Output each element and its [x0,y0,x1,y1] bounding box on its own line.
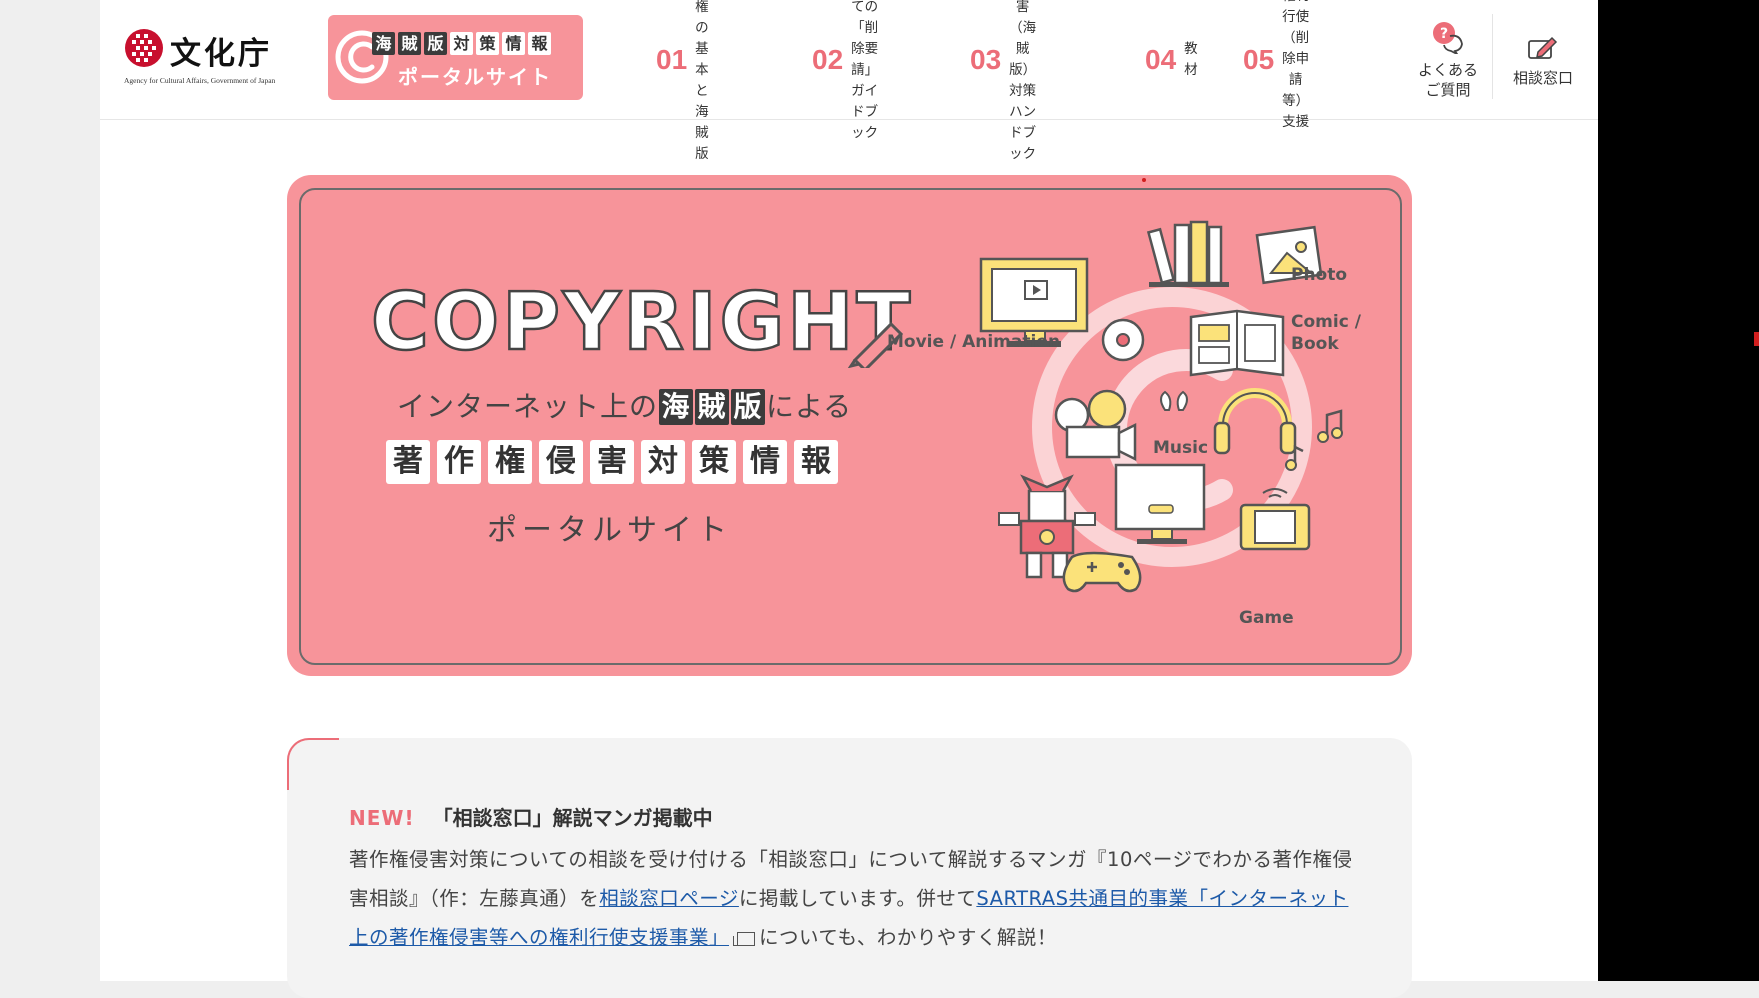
external-link-icon [733,931,756,946]
portal-tag: 策 [476,32,499,55]
label-game: Game [1239,608,1294,628]
nav-label: よくある ご質問 [1417,60,1478,99]
bunkacho-logo[interactable]: 文化庁 Agency for Cultural Affairs, Governm… [124,26,304,88]
label-movie-animation: Movie / Animation [887,332,1061,352]
nav-item-handbook[interactable]: 03 著作権侵害（海賊版）対策ハンドブック [970,0,1036,162]
consult-pencil-icon [1528,36,1558,59]
nav-label: 教材 [1184,40,1198,78]
nav-item-support[interactable]: 05 権利行使（削除申請等）支援 [1243,0,1309,130]
portal-tag: 賊 [398,32,421,55]
nav-number: 04 [1145,43,1177,75]
nav-label: 初めての「削除要請」ガイドブック [851,0,879,141]
new-badge: NEW! [349,806,415,830]
bunkacho-logo-mark-icon [125,29,163,67]
right-black-margin [1598,0,1759,981]
hero-banner: COPYRIGHT インターネット上の海賊版による 著作権 侵害対 策情報 ポー… [287,175,1412,676]
nav-item-basics[interactable]: 01 著作権の基本と海賊版 [656,0,709,162]
news-title: NEW! 「相談窓口」解説マンガ掲載中 [349,806,713,830]
logo-wordmark: 文化庁 [170,36,272,72]
nav-number: 01 [656,43,688,75]
hero-illustration [979,220,1343,593]
hero-dot [1142,178,1146,182]
nav-label: 相談窓口 [1512,68,1573,87]
nav-item-consult[interactable]: 相談窓口 [1500,0,1586,119]
label-music: Music [1153,438,1209,458]
nav-label: 著作権の基本と海賊版 [695,0,709,162]
right-scroll-marker [1754,332,1759,346]
news-corner-accent [287,738,339,790]
nav-divider [1492,14,1493,99]
portal-tags: 海 賊 版 対 策 情 報 [372,32,551,55]
nav-label: 権利行使（削除申請等）支援 [1282,0,1310,130]
page: 文化庁 Agency for Cultural Affairs, Governm… [100,0,1598,998]
label-comic-book: Comic / Book [1291,312,1361,354]
news-body: 著作権侵害対策についての相談を受け付ける「相談窓口」について解説するマンガ『10… [349,848,1353,949]
logo-subtitle: Agency for Cultural Affairs, Government … [124,76,276,85]
portal-tag: 版 [424,32,447,55]
nav-item-materials[interactable]: 04 教材 [1145,0,1198,119]
portal-site-name: ポータルサイト [398,65,552,89]
nav-number: 03 [970,43,1002,75]
portal-site-badge[interactable]: 海 賊 版 対 策 情 報 ポータルサイト [328,15,583,100]
nav-label: 著作権侵害（海賊版）対策ハンドブック [1009,0,1037,162]
portal-tag: 海 [372,32,395,55]
svg-text:?: ? [1440,26,1448,42]
portal-tag: 情 [502,32,525,55]
portal-tag: 報 [528,32,551,55]
faq-bubble-icon: ? [1433,21,1463,54]
site-header: 文化庁 Agency for Cultural Affairs, Governm… [100,0,1598,162]
nav-number: 05 [1243,43,1275,75]
consult-page-link[interactable]: 相談窓口ページ [599,887,739,910]
portal-tag: 対 [450,32,473,55]
news-box: NEW! 「相談窓口」解説マンガ掲載中 著作権侵害対策についての相談を受け付ける「… [287,738,1412,998]
nav-number: 02 [812,43,844,75]
nav-item-guidebook[interactable]: 02 初めての「削除要請」ガイドブック [812,0,878,141]
label-photo: Photo [1291,265,1348,285]
nav-item-faq[interactable]: ? よくある ご質問 [1408,0,1488,119]
